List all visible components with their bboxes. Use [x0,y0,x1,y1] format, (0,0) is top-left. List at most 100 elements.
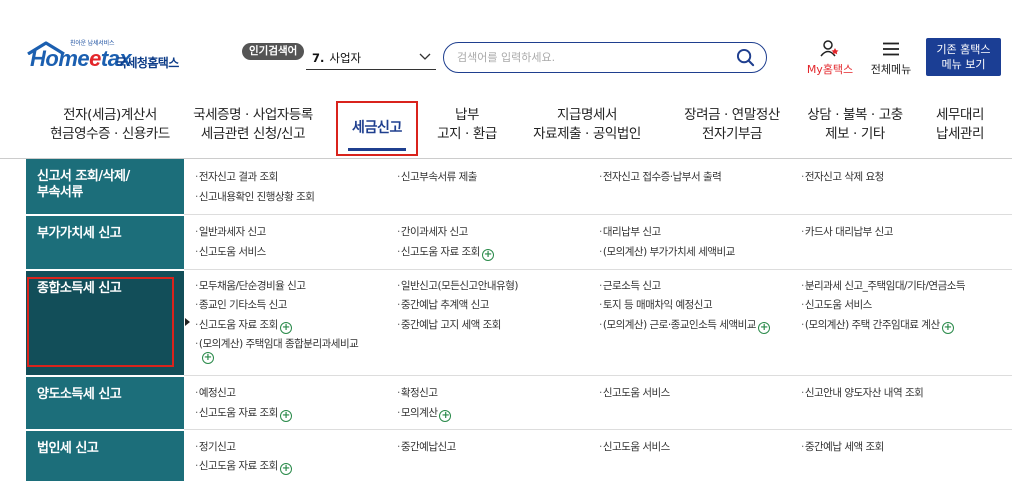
category-label-1: 신고서 조회/삭제/ [37,169,130,184]
menu-link[interactable]: 근로소득 신고 [599,279,661,293]
nav-label: 세금신고 [352,120,402,136]
main-nav: 전자(세금)계산서현금영수증 · 신용카드 국세증명 · 사업자등록세금관련 신… [0,100,1012,158]
menu-link[interactable]: 종교인 기타소득 신고 [195,298,288,312]
menu-link[interactable]: 간이과세자 신고 [397,225,468,239]
menu-link[interactable]: 카드사 대리납부 신고 [801,225,894,239]
menu-link[interactable]: 신고부속서류 제출 [397,170,478,184]
menu-link[interactable]: 토지 등 매매차익 예정신고 [599,298,713,312]
category-label: 부가가치세 신고 [37,226,122,241]
nav-label: 국세증명 · 사업자등록 [193,107,313,123]
menu-link[interactable]: 신고도움 서비스 [599,440,670,454]
menu-link[interactable]: 모두채움/단순경비율 신고 [195,279,306,293]
nav-tax-return-active[interactable]: 세금신고 [336,101,418,156]
plus-circle-icon[interactable]: + [279,322,292,334]
menu-link-with-expand[interactable]: (모의계산) 근로·종교인소득 세액비교+ [599,318,770,334]
row-divider [184,214,1012,215]
menu-link[interactable]: 신고도움 서비스 [195,245,266,259]
menu-link[interactable]: 전자신고 접수증·납부서 출력 [599,170,722,184]
chevron-down-icon[interactable] [418,49,432,63]
menu-link-with-expand[interactable]: 신고도움 자료 조회+ [195,318,292,334]
category-return-inquiry[interactable]: 신고서 조회/삭제/ 부속서류 [26,159,184,214]
nav-tax-agent[interactable]: 세무대리 납세관리 [925,106,995,144]
nav-sublabel: 제보 · 기타 [825,126,885,142]
menu-link-with-expand[interactable]: 신고도움 자료 조회+ [195,459,292,475]
user-icon [820,40,839,57]
nav-sublabel: 고지 · 환급 [437,126,497,142]
popular-search-term: 사업자 [329,51,362,65]
nav-sublabel: 세금관련 신청/신고 [200,126,306,142]
menu-link-with-expand[interactable]: 신고도움 자료 조회+ [397,245,494,261]
pointer-arrow-icon [185,318,190,326]
menu-link[interactable]: 신고안내 양도자산 내역 조회 [801,386,924,400]
menu-link-label: 모의계산 [400,407,438,419]
menu-link[interactable]: 신고도움 서비스 [599,386,670,400]
plus-circle-icon[interactable]: + [202,352,214,364]
plus-circle-icon[interactable]: + [481,249,494,261]
menu-link[interactable]: 신고내용확인 진행상황 조회 [195,190,315,204]
menu-link-with-expand[interactable]: (모의계산) 주택 간주임대료 계산+ [801,318,954,334]
menu-link[interactable]: 중간예납 세액 조회 [801,440,884,454]
category-vat-return[interactable]: 부가가치세 신고 [26,215,184,269]
popular-search-underline [306,69,436,70]
popular-search-select[interactable]: 7. 사업자 [312,50,361,66]
old-menu-label-1: 기존 홈택스 [936,43,991,56]
plus-circle-icon[interactable]: + [439,410,452,422]
menu-link[interactable]: 중간예납 고지 세액 조회 [397,318,502,332]
plus-circle-icon[interactable]: + [941,322,954,334]
all-menu-label: 전체메뉴 [870,63,912,76]
search-icon[interactable] [736,48,755,67]
nav-e-tax-invoice[interactable]: 전자(세금)계산서현금영수증 · 신용카드 [40,106,180,144]
menu-link-label: 신고도움 자료 조회 [198,319,278,331]
menu-link[interactable]: (모의계산) 부가가치세 세액비교 [599,245,735,259]
category-corporate-tax-return[interactable]: 법인세 신고 [26,430,184,481]
nav-label: 전자(세금)계산서 [63,107,157,123]
category-label-2: 부속서류 [37,185,83,200]
nav-sublabel: 현금영수증 · 신용카드 [50,126,170,142]
all-menu-button[interactable]: 전체메뉴 [866,40,916,78]
menu-link-label: (모의계산) 주택 간주임대료 계산 [804,319,940,331]
row-divider [184,429,1012,430]
menu-link[interactable]: 전자신고 삭제 요청 [801,170,884,184]
nav-label: 상담 · 불복 · 고충 [807,107,903,123]
menu-link[interactable]: 확정신고 [397,386,438,400]
menu-link-label: (모의계산) 근로·종교인소득 세액비교 [602,319,757,331]
menu-link-with-expand[interactable]: 모의계산+ [397,406,452,422]
active-tab-indicator [348,148,406,151]
row-divider [184,269,1012,270]
plus-circle-icon[interactable]: + [757,322,770,334]
nav-incentive[interactable]: 장려금 · 연말정산전자기부금 [662,106,802,144]
nav-sublabel: 전자기부금 [701,126,763,142]
menu-link[interactable]: 중간예납신고 [397,440,456,454]
category-label: 법인세 신고 [37,441,99,456]
menu-link[interactable]: 일반과세자 신고 [195,225,266,239]
popular-search-rank: 7. [312,51,325,65]
menu-link-label: 신고도움 자료 조회 [400,246,480,258]
nav-label: 장려금 · 연말정산 [684,107,780,123]
nav-payment[interactable]: 납부 고지 · 환급 [422,106,512,144]
highlight-box [27,277,174,367]
search-input[interactable] [457,49,717,66]
menu-link[interactable]: (모의계산) 주택임대 종합분리과세비교 [195,337,359,351]
logo-nts-name: 국세청홈택스 [116,56,179,70]
menu-link[interactable]: 중간예납 추계액 신고 [397,298,490,312]
category-capital-gains-return[interactable]: 양도소득세 신고 [26,376,184,429]
menu-link[interactable]: 전자신고 결과 조회 [195,170,278,184]
nav-label: 지급명세서 [556,107,618,123]
old-hometax-menu-button[interactable]: 기존 홈택스 메뉴 보기 [926,38,1001,76]
plus-circle-icon[interactable]: + [279,410,292,422]
hometax-logo[interactable]: 친아운 납세서비스 Homeetax 국세청홈택스 [26,38,191,74]
nav-certificates[interactable]: 국세증명 · 사업자등록세금관련 신청/신고 [178,106,328,144]
menu-link[interactable]: 일반신고(모든신고안내유형) [397,279,519,293]
nav-consult[interactable]: 상담 · 불복 · 고충제보 · 기타 [800,106,910,144]
menu-link-with-expand[interactable]: 신고도움 자료 조회+ [195,406,292,422]
menu-link[interactable]: 대리납부 신고 [599,225,661,239]
nav-payment-statement[interactable]: 지급명세서 자료제출 · 공익법인 [522,106,652,144]
menu-link[interactable]: 정기신고 [195,440,236,454]
menu-link[interactable]: 신고도움 서비스 [801,298,872,312]
my-hometax-button[interactable]: My홈택스 [802,40,858,78]
plus-circle-icon[interactable]: + [279,463,292,475]
my-hometax-label: My홈택스 [806,63,854,76]
menu-link[interactable]: 분리과세 신고_주택임대/기타/연금소득 [801,279,966,293]
menu-link[interactable]: 예정신고 [195,386,236,400]
nav-sublabel: 납세관리 [935,126,985,142]
